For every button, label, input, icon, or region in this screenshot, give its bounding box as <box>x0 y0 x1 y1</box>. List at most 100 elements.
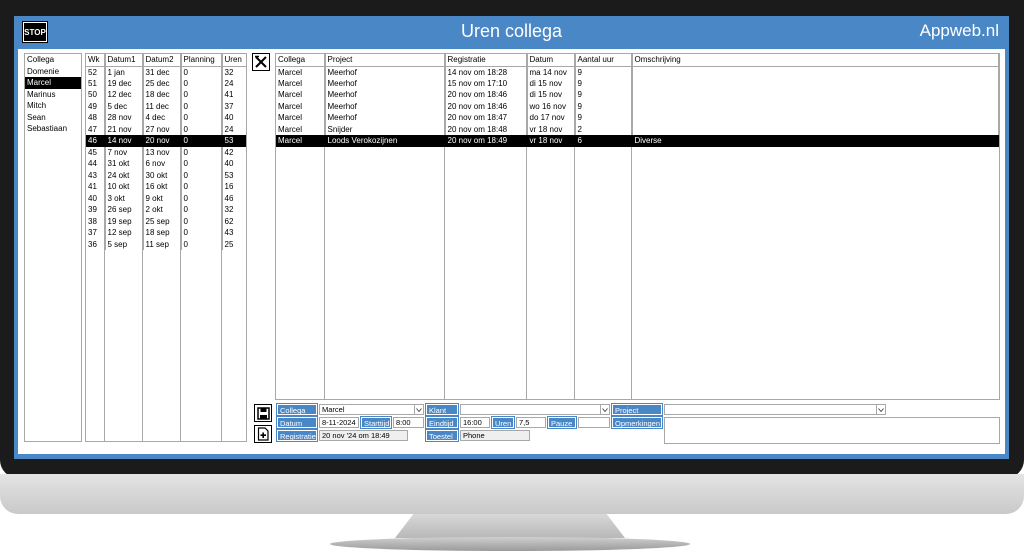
table-cell: 2 <box>575 123 633 135</box>
table-cell: 0 <box>181 181 223 193</box>
table-row[interactable]: 40 3 okt 9 okt 0 46 <box>86 192 246 204</box>
table-row[interactable]: 44 31 okt 6 nov 0 40 <box>86 158 246 170</box>
table-row[interactable]: 47 21 nov 27 nov 0 24 <box>86 123 246 135</box>
weeks-column-header[interactable]: Uren <box>222 54 246 67</box>
table-cell: 0 <box>181 158 223 170</box>
delete-button[interactable] <box>252 53 270 71</box>
table-cell <box>632 100 999 112</box>
colleague-item[interactable]: Domenie <box>25 66 81 77</box>
save-button[interactable] <box>254 404 272 422</box>
delete-icon <box>255 55 267 68</box>
table-row[interactable]: Marcel Meerhof 14 nov om 18:28 ma 14 nov 9 <box>276 66 999 78</box>
main-content: Collega Domenie Marcel Marinus Mitch Sean Seb… <box>18 49 1005 454</box>
uren-input[interactable]: 7,5 <box>516 417 546 428</box>
entries-column-header[interactable]: Collega <box>276 54 326 67</box>
table-row[interactable]: 36 5 sep 11 sep 0 25 <box>86 238 246 250</box>
table-cell: 0 <box>181 215 223 227</box>
table-row[interactable]: Marcel Meerhof 15 nov om 17:10 di 15 nov 9 <box>276 77 999 89</box>
table-row[interactable]: 43 24 okt 30 okt 0 53 <box>86 169 246 181</box>
table-row[interactable]: 46 14 nov 20 nov 0 53 <box>86 135 246 147</box>
table-cell: 0 <box>181 100 223 112</box>
table-row[interactable]: Marcel Loods Verokozijnen 20 nov om 18:49 v… <box>276 135 999 147</box>
table-row[interactable]: 52 1 jan 31 dec 0 32 <box>86 66 246 78</box>
collega-select[interactable]: Marcel <box>319 404 424 415</box>
table-cell: di 15 nov <box>527 89 576 101</box>
new-button[interactable] <box>254 425 272 443</box>
table-cell: 18 dec <box>143 89 182 101</box>
table-row[interactable]: 49 5 dec 11 dec 0 37 <box>86 100 246 112</box>
entries-table[interactable]: Collega Project Registratie Datum Aantal uur… <box>275 53 1000 400</box>
colleague-item[interactable]: Mitch <box>25 100 81 111</box>
table-cell: 6 nov <box>143 158 182 170</box>
entries-column-header[interactable]: Aantal uur <box>575 54 633 67</box>
table-cell: 24 <box>222 77 246 89</box>
table-row[interactable]: Marcel Meerhof 20 nov om 18:47 do 17 nov 9 <box>276 112 999 124</box>
opmerkingen-textarea[interactable] <box>664 417 1000 444</box>
table-row[interactable]: 51 19 dec 25 dec 0 24 <box>86 77 246 89</box>
table-cell: 16 okt <box>143 181 182 193</box>
table-cell: 0 <box>181 135 223 147</box>
table-cell: Meerhof <box>325 66 446 78</box>
klant-select[interactable] <box>460 404 610 415</box>
table-cell: 20 nov <box>143 135 182 147</box>
table-cell: 19 sep <box>105 215 144 227</box>
collega-label: Collega <box>276 403 318 416</box>
colleague-item[interactable]: Marinus <box>25 89 81 100</box>
table-cell: 0 <box>181 227 223 239</box>
project-select[interactable] <box>664 404 886 415</box>
starttijd-input[interactable]: 8:00 <box>393 417 424 428</box>
table-row[interactable]: 50 12 dec 18 dec 0 41 <box>86 89 246 101</box>
pauze-input[interactable] <box>578 417 610 428</box>
table-row[interactable]: Marcel Snijder 20 nov om 18:48 vr 18 nov 2 <box>276 123 999 135</box>
opmerkingen-label: Opmerkingen <box>611 416 663 429</box>
table-row[interactable]: Marcel Meerhof 20 nov om 18:46 di 15 nov 9 <box>276 89 999 101</box>
window-title: Uren collega <box>460 21 563 41</box>
pauze-label: Pauze <box>547 416 577 429</box>
datum-input[interactable]: 8-11-2024 <box>319 417 359 428</box>
table-cell: 50 <box>86 89 106 101</box>
table-cell: Snijder <box>325 123 446 135</box>
table-cell: 14 nov om 18:28 <box>445 66 528 78</box>
table-cell: 0 <box>181 146 223 158</box>
table-cell: 32 <box>222 66 246 78</box>
colleague-item[interactable]: Marcel <box>25 77 81 89</box>
table-row[interactable]: 39 26 sep 2 okt 0 32 <box>86 204 246 216</box>
week-table[interactable]: Wk Datum1 Datum2 Planning Uren 52 1 jan 31 dec… <box>85 53 247 442</box>
table-cell: Marcel <box>276 112 326 124</box>
toestel-label: Toestel <box>425 429 459 442</box>
table-cell: 6 <box>575 135 633 147</box>
table-cell: 31 dec <box>143 66 182 78</box>
entries-column-header[interactable]: Omschrijving <box>632 54 999 67</box>
weeks-column-header[interactable]: Wk <box>86 54 106 67</box>
table-cell: 14 nov <box>105 135 144 147</box>
chevron-down-icon <box>414 405 423 414</box>
weeks-column-header[interactable]: Datum2 <box>143 54 182 67</box>
entries-column-header[interactable]: Project <box>325 54 446 67</box>
collega-select-value: Marcel <box>322 405 345 414</box>
table-cell: 51 <box>86 77 106 89</box>
entries-column-header[interactable]: Registratie <box>445 54 528 67</box>
colleague-item[interactable]: Sebastiaan <box>25 123 81 134</box>
table-row[interactable]: 41 10 okt 16 okt 0 16 <box>86 181 246 193</box>
table-cell: 30 okt <box>143 169 182 181</box>
table-row[interactable]: 48 28 nov 4 dec 0 40 <box>86 112 246 124</box>
table-cell: 26 sep <box>105 204 144 216</box>
table-cell: 46 <box>86 135 106 147</box>
table-cell: 43 <box>222 227 246 239</box>
table-cell: Loods Verokozijnen <box>325 135 446 147</box>
table-cell: 40 <box>86 192 106 204</box>
table-cell: 12 sep <box>105 227 144 239</box>
weeks-column-header[interactable]: Planning <box>181 54 223 67</box>
table-cell: 44 <box>86 158 106 170</box>
table-cell: 18 sep <box>143 227 182 239</box>
weeks-column-header[interactable]: Datum1 <box>105 54 144 67</box>
entries-column-header[interactable]: Datum <box>527 54 576 67</box>
table-row[interactable]: 38 19 sep 25 sep 0 62 <box>86 215 246 227</box>
table-row[interactable]: Marcel Meerhof 20 nov om 18:46 wo 16 nov 9 <box>276 100 999 112</box>
colleague-item[interactable]: Sean <box>25 112 81 123</box>
eindtijd-input[interactable]: 16:00 <box>460 417 490 428</box>
colleague-list[interactable]: Collega Domenie Marcel Marinus Mitch Sean Seb… <box>24 53 82 442</box>
table-row[interactable]: 45 7 nov 13 nov 0 42 <box>86 146 246 158</box>
table-row[interactable]: 37 12 sep 18 sep 0 43 <box>86 227 246 239</box>
app-window: STOP Uren collega Appweb.nl Collega Dome… <box>14 16 1009 459</box>
